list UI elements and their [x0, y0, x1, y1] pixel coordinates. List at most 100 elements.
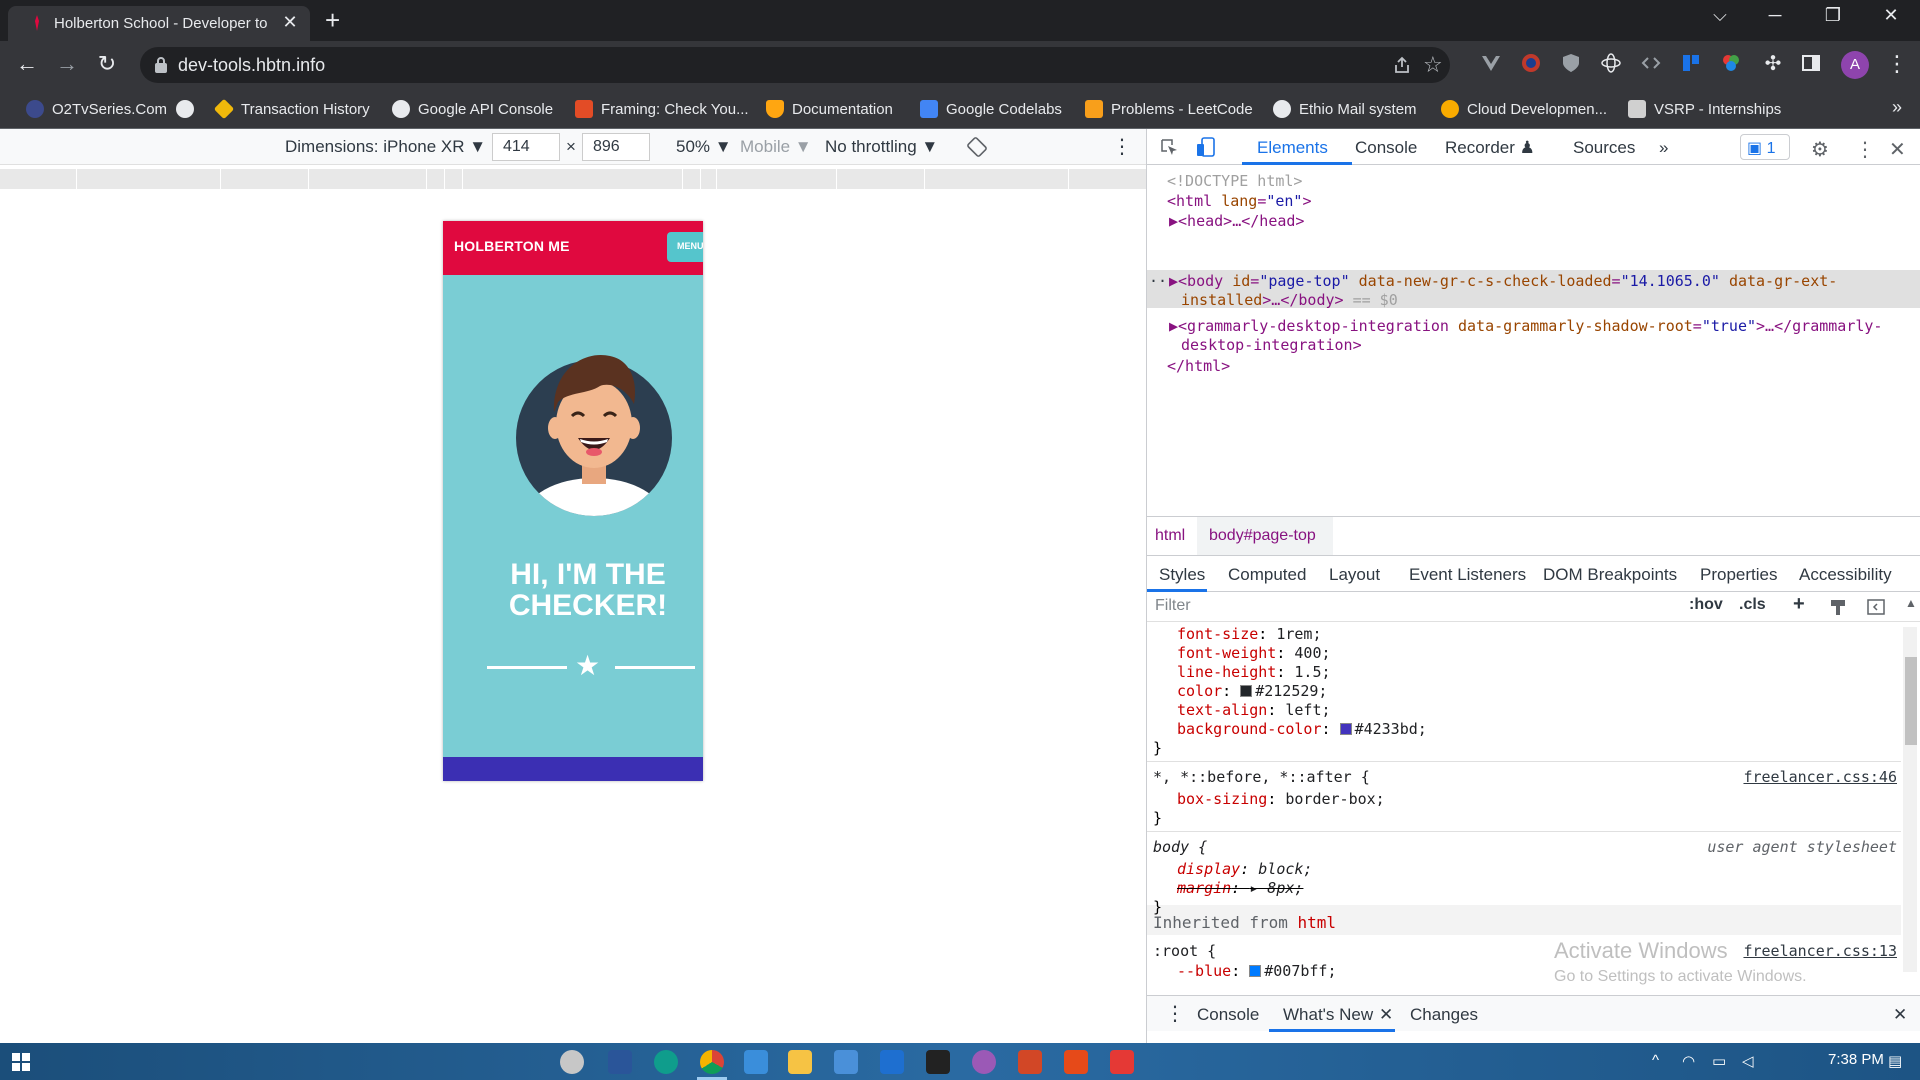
volume-icon[interactable]: ◁ [1742, 1052, 1754, 1070]
drawer-tab-whats-new[interactable]: What's New [1283, 1005, 1373, 1025]
site-menu-button[interactable]: MENU [667, 232, 703, 262]
minimize-button[interactable]: ─ [1755, 5, 1795, 26]
bookmark-cloud-development[interactable]: Cloud Developmen... [1441, 99, 1607, 119]
subtab-computed[interactable]: Computed [1228, 565, 1306, 585]
profile-avatar[interactable]: A [1841, 51, 1869, 79]
rotate-icon[interactable] [966, 136, 988, 158]
bookmark-leetcode[interactable]: Problems - LeetCode [1085, 99, 1253, 119]
rule-root-selector[interactable]: :root { [1153, 942, 1216, 961]
tab-sources[interactable]: Sources [1573, 138, 1635, 158]
tab-elements[interactable]: Elements [1257, 138, 1328, 158]
drawer-tab-close-icon[interactable]: ✕ [1379, 1005, 1393, 1025]
ad-block-extension-icon[interactable] [1520, 52, 1542, 74]
style-prop-box-sizing[interactable]: box-sizing: border-box; [1177, 790, 1385, 809]
bookmark-globe[interactable] [176, 99, 202, 119]
color-swatch-icon[interactable] [1240, 685, 1253, 697]
device-width-input[interactable]: 414 [492, 133, 560, 161]
vue-devtools-extension-icon[interactable] [1480, 52, 1502, 74]
devtools-more-icon[interactable]: ⋮ [1855, 137, 1875, 162]
bookmark-documentation[interactable]: Documentation [766, 99, 893, 119]
dom-grammarly-node-line2[interactable]: desktop-integration> [1181, 336, 1362, 355]
dom-body-node-line2[interactable]: installed>…</body> == $0 [1181, 291, 1398, 310]
battery-icon[interactable]: ▭ [1712, 1052, 1726, 1070]
brave-icon[interactable] [1064, 1050, 1088, 1074]
dom-html-close[interactable]: </html> [1167, 357, 1230, 376]
tray-overflow-icon[interactable]: ^ [1652, 1052, 1659, 1069]
microsoft-store-icon[interactable] [744, 1050, 768, 1074]
calendar-app-icon[interactable] [1110, 1050, 1134, 1074]
bookmark-google-api-console[interactable]: Google API Console [392, 99, 553, 119]
style-prop-line-height[interactable]: line-height: 1.5; [1177, 663, 1331, 682]
mail-icon[interactable] [834, 1050, 858, 1074]
forward-button[interactable]: → [52, 51, 82, 77]
style-prop-color[interactable]: color: #212529; [1177, 682, 1327, 701]
bookmarks-overflow-icon[interactable]: » [1892, 97, 1902, 118]
scroll-up-icon[interactable]: ▲ [1905, 596, 1917, 610]
browser-menu-icon[interactable]: ⋮ [1882, 51, 1912, 77]
notifications-icon[interactable]: ▤ [1888, 1052, 1902, 1070]
tab-console[interactable]: Console [1355, 138, 1417, 158]
drawer-tab-console[interactable]: Console [1197, 1005, 1259, 1025]
zoom-dropdown[interactable]: 50% ▼ [676, 137, 732, 157]
subtab-dom-breakpoints[interactable]: DOM Breakpoints [1543, 565, 1677, 585]
style-prop-display[interactable]: display: block; [1177, 860, 1312, 879]
bookmark-google-codelabs[interactable]: Google Codelabs [920, 99, 1062, 119]
more-tabs-icon[interactable]: » [1659, 138, 1668, 158]
trello-extension-icon[interactable] [1680, 52, 1702, 74]
bookmark-ethio-mail[interactable]: Ethio Mail system [1273, 99, 1417, 119]
tab-search-icon[interactable]: ⌵ [1700, 5, 1740, 26]
color-swatch-icon[interactable] [1339, 723, 1352, 735]
subtab-event-listeners[interactable]: Event Listeners [1409, 565, 1526, 585]
style-prop-margin-overridden[interactable]: margin: ▸ 8px; [1177, 879, 1303, 898]
share-icon[interactable] [1392, 55, 1412, 75]
style-prop-background-color[interactable]: background-color: #4233bd; [1177, 720, 1427, 739]
class-toggle[interactable]: .cls [1739, 596, 1766, 614]
chrome-icon[interactable] [700, 1050, 724, 1074]
new-tab-button[interactable]: + [325, 6, 340, 34]
bookmark-framing[interactable]: Framing: Check You... [575, 99, 749, 119]
windows-start-icon[interactable] [12, 1053, 30, 1071]
dom-doctype[interactable]: <!DOCTYPE html> [1167, 172, 1302, 191]
device-toggle-icon[interactable] [1195, 136, 1217, 158]
site-brand[interactable]: HOLBERTON ME [454, 238, 570, 254]
powerpoint-icon[interactable] [1018, 1050, 1042, 1074]
toggle-sidebar-icon[interactable] [1867, 598, 1885, 616]
breadcrumb-html[interactable]: html [1155, 527, 1185, 545]
media-query-ruler[interactable] [0, 169, 1146, 189]
figma-icon[interactable] [926, 1050, 950, 1074]
restore-button[interactable]: ❐ [1813, 5, 1853, 26]
file-explorer-icon[interactable] [788, 1050, 812, 1074]
edge-icon[interactable] [654, 1050, 678, 1074]
issues-counter[interactable]: ▣ 1 [1740, 134, 1790, 160]
taskbar-clock[interactable]: 7:38 PM [1828, 1051, 1884, 1068]
react-devtools-extension-icon[interactable] [1600, 52, 1622, 74]
style-prop-blue-var[interactable]: --blue: #007bff; [1177, 962, 1337, 978]
powershell-icon[interactable] [608, 1050, 632, 1074]
vscode-icon[interactable] [880, 1050, 904, 1074]
settings-gear-icon[interactable]: ⚙ [1811, 137, 1829, 162]
side-panel-icon[interactable] [1800, 52, 1822, 74]
back-button[interactable]: ← [12, 51, 42, 77]
new-style-rule-button[interactable]: + [1793, 593, 1805, 616]
code-extension-icon[interactable] [1640, 52, 1662, 74]
device-toolbar-more-icon[interactable]: ⋮ [1112, 134, 1132, 159]
bookmark-transaction-history[interactable]: Transaction History [213, 98, 370, 120]
dom-head-node[interactable]: ▶<head>…</head> [1169, 212, 1304, 231]
messenger-icon[interactable] [972, 1050, 996, 1074]
taskbar-app-icon[interactable] [560, 1050, 584, 1074]
subtab-layout[interactable]: Layout [1329, 565, 1380, 585]
tab-close-icon[interactable]: ✕ [280, 12, 300, 33]
lock-icon[interactable] [154, 56, 168, 74]
stylesheet-link-46[interactable]: freelancer.css:46 [1743, 768, 1897, 787]
dom-grammarly-node[interactable]: ▶<grammarly-desktop-integration data-gra… [1169, 317, 1882, 336]
styles-scrollbar-thumb[interactable] [1905, 657, 1917, 745]
tab-recorder[interactable]: Recorder ♟ [1445, 138, 1535, 158]
reload-button[interactable]: ↻ [92, 51, 122, 77]
bookmark-o2tvseries[interactable]: O2TvSeries.Com [26, 99, 167, 119]
subtab-accessibility[interactable]: Accessibility [1799, 565, 1892, 585]
style-prop-font-size[interactable]: font-size: 1rem; [1177, 625, 1322, 644]
breadcrumb-body[interactable]: body#page-top [1209, 527, 1316, 545]
rule-universal-selector[interactable]: *, *::before, *::after { [1153, 768, 1370, 787]
subtab-styles[interactable]: Styles [1159, 565, 1205, 585]
subtab-properties[interactable]: Properties [1700, 565, 1777, 585]
